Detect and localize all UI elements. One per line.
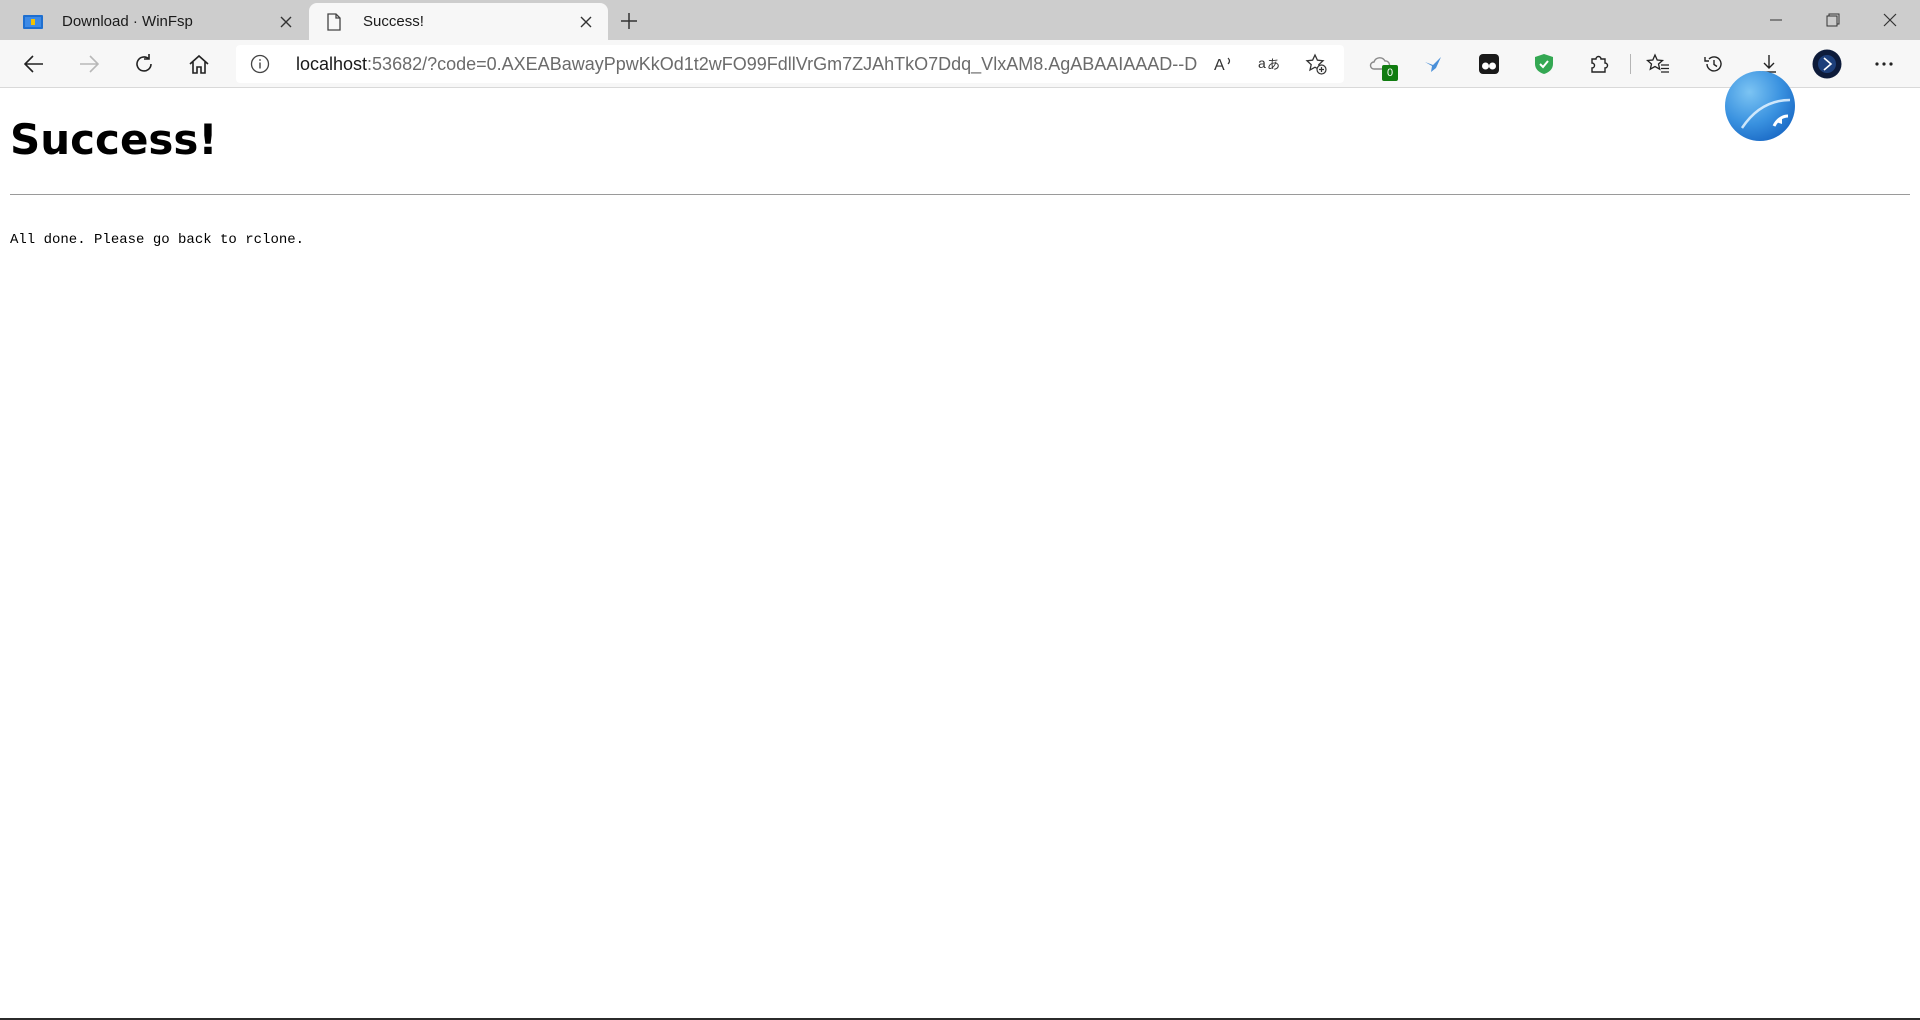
read-aloud-icon[interactable]: A [1208, 48, 1240, 80]
page-title: Success! [10, 115, 218, 164]
back-icon [24, 55, 43, 73]
translate-icon[interactable]: a あ [1254, 48, 1286, 80]
refresh-icon [136, 54, 152, 72]
tab-title: Download · WinFsp [62, 13, 193, 30]
tab-strip: Download · WinFsp Success! [0, 0, 1920, 40]
close-icon [1883, 13, 1897, 27]
close-tab-icon[interactable] [572, 8, 600, 36]
profile-avatar-icon [1812, 49, 1842, 79]
winfsp-favicon-icon [22, 11, 44, 33]
floating-assistant-orb-icon[interactable] [1724, 70, 1796, 142]
svg-text:a: a [1258, 55, 1266, 71]
address-bar[interactable]: localhost:53682/?code=0.AXEABawayPpwKkOd… [236, 45, 1344, 83]
add-favorite-icon[interactable] [1300, 48, 1332, 80]
info-icon[interactable] [250, 54, 270, 74]
forward-button[interactable] [71, 46, 107, 82]
svg-text:あ: あ [1267, 58, 1280, 73]
browser-toolbar: localhost:53682/?code=0.AXEABawayPpwKkOd… [0, 40, 1920, 88]
url-text[interactable]: localhost:53682/?code=0.AXEABawayPpwKkOd… [296, 54, 1198, 74]
page-content: Success! All done. Please go back to rcl… [0, 89, 1920, 1020]
close-window-button[interactable] [1862, 0, 1918, 40]
bird-extension-button[interactable] [1416, 46, 1452, 82]
extensions-button[interactable] [1581, 46, 1617, 82]
shield-extension-button[interactable] [1526, 46, 1562, 82]
page-document-icon [323, 11, 345, 33]
forward-icon [80, 55, 99, 73]
shield-extension-icon [1535, 54, 1553, 74]
new-tab-button[interactable] [614, 6, 644, 36]
minimize-button[interactable] [1748, 0, 1804, 40]
tab-download-winfsp[interactable]: Download · WinFsp [8, 3, 308, 40]
url-path: :53682/?code=0.AXEABawayPpwKkOd1t2wFO99F… [367, 54, 1198, 74]
home-icon [189, 54, 209, 74]
tab-title: Success! [363, 13, 424, 30]
url-host: localhost [296, 54, 368, 74]
history-icon [1704, 56, 1722, 72]
divider [10, 194, 1910, 195]
minimize-icon [1770, 19, 1782, 21]
profile-button[interactable] [1809, 46, 1845, 82]
favorites-button[interactable] [1640, 46, 1676, 82]
tampermonkey-icon [1479, 54, 1499, 74]
close-tab-icon[interactable] [272, 8, 300, 36]
home-button[interactable] [181, 46, 217, 82]
more-menu-icon [1875, 62, 1893, 66]
bird-extension-icon [1425, 57, 1441, 72]
toolbar-separator [1630, 54, 1631, 74]
svg-text:A: A [1214, 57, 1225, 74]
plus-icon [621, 13, 637, 29]
favorites-icon [1646, 53, 1669, 73]
more-menu-button[interactable] [1866, 46, 1902, 82]
back-button[interactable] [16, 46, 52, 82]
tampermonkey-button[interactable] [1471, 46, 1507, 82]
extension-badge: 0 [1382, 65, 1398, 81]
refresh-button[interactable] [126, 46, 162, 82]
extensions-puzzle-icon [1591, 55, 1609, 73]
page-message: All done. Please go back to rclone. [10, 232, 305, 248]
restore-button[interactable] [1805, 0, 1861, 40]
tab-success[interactable]: Success! [309, 3, 608, 40]
restore-icon [1826, 13, 1840, 27]
